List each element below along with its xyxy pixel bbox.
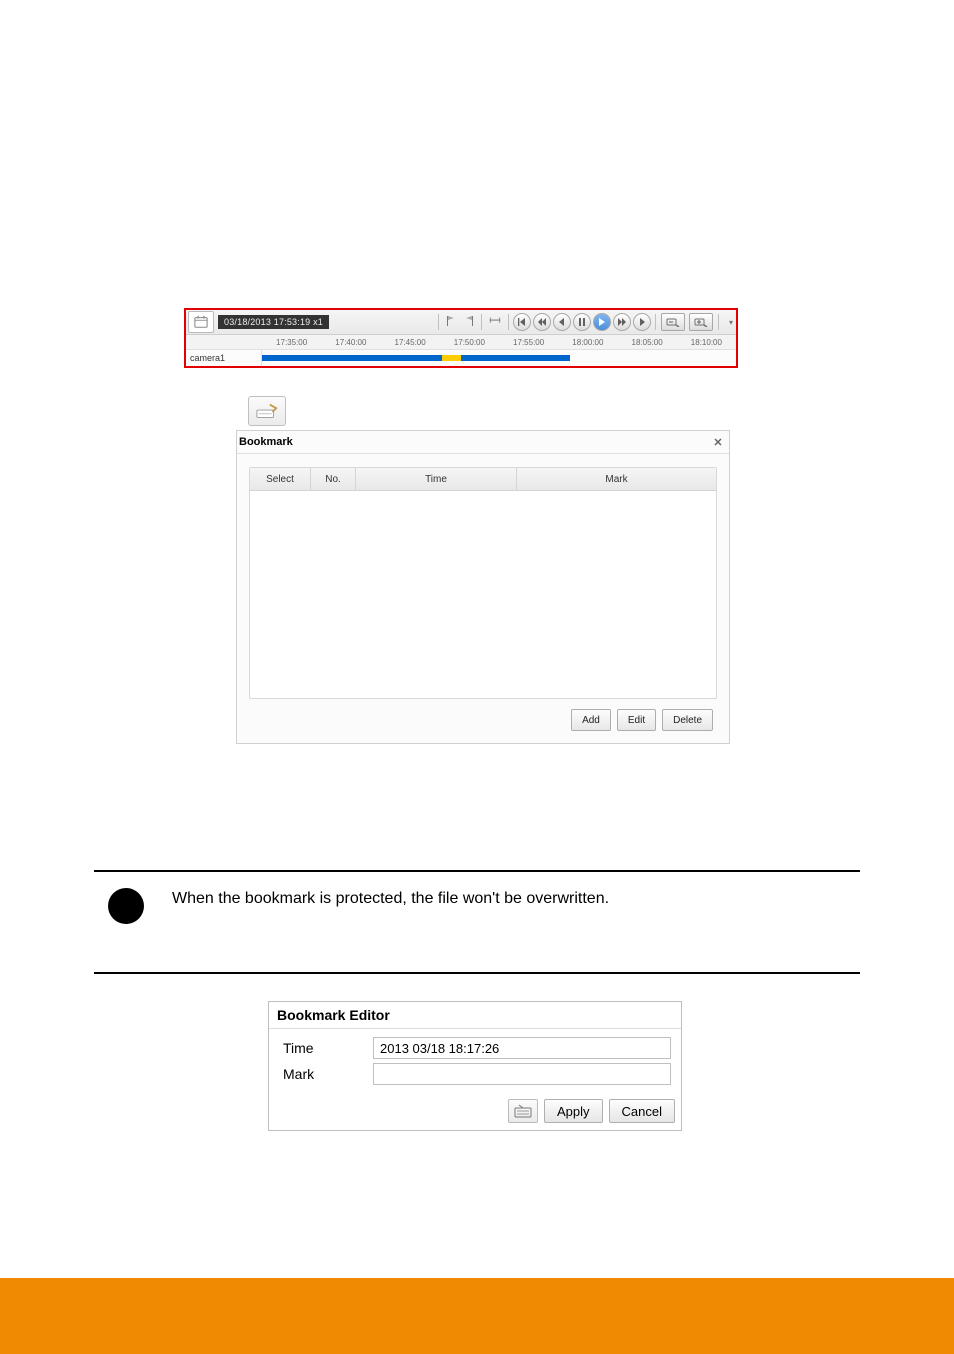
- zoom-in-icon[interactable]: [689, 313, 713, 331]
- editor-time-label: Time: [283, 1040, 363, 1056]
- step-back-button[interactable]: [553, 313, 571, 331]
- go-start-button[interactable]: [513, 313, 531, 331]
- bookmark-panel: Bookmark ✕ Select No. Time Mark Add Edit…: [236, 430, 730, 744]
- ruler-tick: 17:35:00: [262, 338, 321, 347]
- delete-button[interactable]: Delete: [662, 709, 713, 731]
- ruler-tick: 18:05:00: [618, 338, 677, 347]
- step-forward-button[interactable]: [633, 313, 651, 331]
- ruler-tick: 17:40:00: [321, 338, 380, 347]
- note-text: When the bookmark is protected, the file…: [172, 890, 609, 908]
- page-root: 03/18/2013 17:53:19 x1: [0, 0, 954, 1354]
- bookmark-table-header: Select No. Time Mark: [250, 468, 716, 491]
- on-screen-keyboard-icon[interactable]: [508, 1099, 538, 1123]
- play-button[interactable]: [593, 313, 611, 331]
- close-icon[interactable]: ✕: [711, 435, 725, 449]
- cancel-button[interactable]: Cancel: [609, 1099, 675, 1123]
- playback-timeline: 03/18/2013 17:53:19 x1: [184, 308, 738, 368]
- ruler-tick: 18:10:00: [677, 338, 736, 347]
- note-bullet-icon: [108, 888, 144, 924]
- range-icon[interactable]: [489, 315, 501, 329]
- timeline-toolbar: 03/18/2013 17:53:19 x1: [186, 310, 736, 335]
- bookmark-panel-title: Bookmark: [239, 436, 293, 448]
- recording-segment-event[interactable]: [442, 355, 461, 361]
- calendar-icon[interactable]: [188, 311, 214, 333]
- bookmark-tool-block: [248, 396, 286, 426]
- edit-button[interactable]: Edit: [617, 709, 656, 731]
- channel-label: camera1: [186, 350, 262, 366]
- flag-start-icon[interactable]: [446, 315, 458, 329]
- ruler-tick: 18:00:00: [558, 338, 617, 347]
- playback-timestamp: 03/18/2013 17:53:19 x1: [218, 315, 329, 329]
- editor-mark-field[interactable]: [373, 1063, 671, 1085]
- bookmark-tool-icon[interactable]: [248, 396, 286, 426]
- recording-bar-area[interactable]: [262, 353, 736, 363]
- apply-button[interactable]: Apply: [544, 1099, 603, 1123]
- add-button[interactable]: Add: [571, 709, 611, 731]
- pause-button[interactable]: [573, 313, 591, 331]
- rewind-button[interactable]: [533, 313, 551, 331]
- col-no[interactable]: No.: [311, 468, 356, 490]
- timeline-track[interactable]: camera1: [186, 350, 736, 366]
- recording-segment-continuous[interactable]: [262, 355, 442, 361]
- zoom-out-icon[interactable]: [661, 313, 685, 331]
- timeline-ruler: 17:35:00 17:40:00 17:45:00 17:50:00 17:5…: [186, 335, 736, 350]
- col-time[interactable]: Time: [356, 468, 517, 490]
- bookmark-table-body: [250, 491, 716, 698]
- ruler-tick: 17:50:00: [440, 338, 499, 347]
- bookmark-editor-title: Bookmark Editor: [269, 1002, 681, 1029]
- page-footer-bar: [0, 1278, 954, 1354]
- editor-time-field[interactable]: 2013 03/18 18:17:26: [373, 1037, 671, 1059]
- col-select[interactable]: Select: [250, 468, 311, 490]
- note-divider: [94, 870, 860, 974]
- ruler-tick: 17:45:00: [381, 338, 440, 347]
- timeline-menu-dropdown[interactable]: ▾: [726, 317, 736, 327]
- ruler-tick: 17:55:00: [499, 338, 558, 347]
- editor-mark-label: Mark: [283, 1066, 363, 1082]
- col-mark[interactable]: Mark: [517, 468, 716, 490]
- bookmark-editor-dialog: Bookmark Editor Time 2013 03/18 18:17:26…: [268, 1001, 682, 1131]
- flag-end-icon[interactable]: [462, 315, 474, 329]
- recording-segment-continuous[interactable]: [461, 355, 570, 361]
- fast-forward-button[interactable]: [613, 313, 631, 331]
